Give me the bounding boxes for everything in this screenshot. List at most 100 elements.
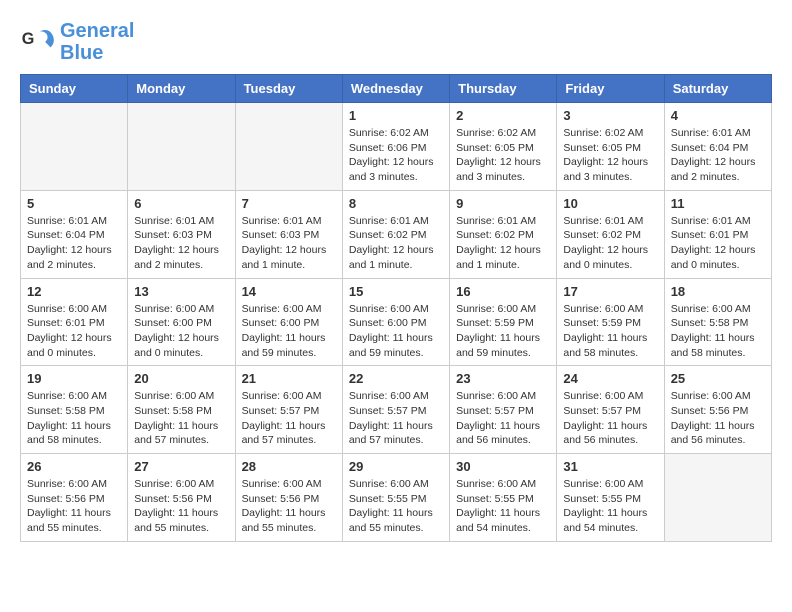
day-cell: 17 Sunrise: 6:00 AM Sunset: 5:59 PM Dayli… bbox=[557, 278, 664, 366]
day-info: Sunrise: 6:02 AM Sunset: 6:06 PM Dayligh… bbox=[349, 126, 443, 185]
day-info: Sunrise: 6:00 AM Sunset: 6:01 PM Dayligh… bbox=[27, 302, 121, 361]
week-row-2: 5 Sunrise: 6:01 AM Sunset: 6:04 PM Daylig… bbox=[21, 190, 772, 278]
day-cell: 26 Sunrise: 6:00 AM Sunset: 5:56 PM Dayli… bbox=[21, 454, 128, 542]
day-info: Sunrise: 6:01 AM Sunset: 6:04 PM Dayligh… bbox=[671, 126, 765, 185]
logo: G GeneralBlue bbox=[20, 20, 134, 64]
col-header-wednesday: Wednesday bbox=[342, 75, 449, 103]
day-info: Sunrise: 6:00 AM Sunset: 6:00 PM Dayligh… bbox=[134, 302, 228, 361]
day-cell: 30Sunrise: 6:00 AM Sunset: 5:55 PM Dayli… bbox=[450, 454, 557, 542]
day-info: Sunrise: 6:02 AM Sunset: 6:05 PM Dayligh… bbox=[563, 126, 657, 185]
day-cell: 25Sunrise: 6:00 AM Sunset: 5:56 PM Dayli… bbox=[664, 366, 771, 454]
day-cell: 18 Sunrise: 6:00 AM Sunset: 5:58 PM Dayli… bbox=[664, 278, 771, 366]
day-info: Sunrise: 6:00 AM Sunset: 5:58 PM Dayligh… bbox=[671, 302, 765, 361]
day-cell: 11 Sunrise: 6:01 AM Sunset: 6:01 PM Dayli… bbox=[664, 190, 771, 278]
day-info: Sunrise: 6:01 AM Sunset: 6:04 PM Dayligh… bbox=[27, 214, 121, 273]
day-number: 8 bbox=[349, 196, 443, 211]
day-cell: 3 Sunrise: 6:02 AM Sunset: 6:05 PM Daylig… bbox=[557, 103, 664, 191]
col-header-tuesday: Tuesday bbox=[235, 75, 342, 103]
logo-icon: G bbox=[20, 24, 56, 60]
day-number: 28 bbox=[242, 459, 336, 474]
day-cell: 16 Sunrise: 6:00 AM Sunset: 5:59 PM Dayli… bbox=[450, 278, 557, 366]
day-cell bbox=[235, 103, 342, 191]
day-number: 2 bbox=[456, 108, 550, 123]
day-cell: 22 Sunrise: 6:00 AM Sunset: 5:57 PM Dayli… bbox=[342, 366, 449, 454]
day-number: 3 bbox=[563, 108, 657, 123]
day-cell: 21Sunrise: 6:00 AM Sunset: 5:57 PM Dayli… bbox=[235, 366, 342, 454]
day-cell: 8 Sunrise: 6:01 AM Sunset: 6:02 PM Daylig… bbox=[342, 190, 449, 278]
day-cell bbox=[21, 103, 128, 191]
day-info: Sunrise: 6:00 AM Sunset: 5:56 PM Dayligh… bbox=[242, 477, 336, 536]
day-info: Sunrise: 6:00 AM Sunset: 6:00 PM Dayligh… bbox=[242, 302, 336, 361]
day-cell: 2Sunrise: 6:02 AM Sunset: 6:05 PM Daylig… bbox=[450, 103, 557, 191]
day-info: Sunrise: 6:00 AM Sunset: 5:59 PM Dayligh… bbox=[563, 302, 657, 361]
day-number: 30 bbox=[456, 459, 550, 474]
col-header-monday: Monday bbox=[128, 75, 235, 103]
week-row-1: 1 Sunrise: 6:02 AM Sunset: 6:06 PM Daylig… bbox=[21, 103, 772, 191]
day-number: 14 bbox=[242, 284, 336, 299]
day-number: 15 bbox=[349, 284, 443, 299]
day-number: 29 bbox=[349, 459, 443, 474]
day-info: Sunrise: 6:00 AM Sunset: 5:57 PM Dayligh… bbox=[456, 389, 550, 448]
day-cell: 10Sunrise: 6:01 AM Sunset: 6:02 PM Dayli… bbox=[557, 190, 664, 278]
day-cell: 23 Sunrise: 6:00 AM Sunset: 5:57 PM Dayli… bbox=[450, 366, 557, 454]
day-number: 26 bbox=[27, 459, 121, 474]
day-info: Sunrise: 6:00 AM Sunset: 5:57 PM Dayligh… bbox=[563, 389, 657, 448]
day-info: Sunrise: 6:01 AM Sunset: 6:01 PM Dayligh… bbox=[671, 214, 765, 273]
day-cell: 6Sunrise: 6:01 AM Sunset: 6:03 PM Daylig… bbox=[128, 190, 235, 278]
day-cell bbox=[128, 103, 235, 191]
day-number: 18 bbox=[671, 284, 765, 299]
week-row-5: 26 Sunrise: 6:00 AM Sunset: 5:56 PM Dayli… bbox=[21, 454, 772, 542]
day-info: Sunrise: 6:01 AM Sunset: 6:02 PM Dayligh… bbox=[456, 214, 550, 273]
day-number: 10 bbox=[563, 196, 657, 211]
day-cell: 20Sunrise: 6:00 AM Sunset: 5:58 PM Dayli… bbox=[128, 366, 235, 454]
day-cell: 15 Sunrise: 6:00 AM Sunset: 6:00 PM Dayli… bbox=[342, 278, 449, 366]
day-info: Sunrise: 6:00 AM Sunset: 5:57 PM Dayligh… bbox=[349, 389, 443, 448]
day-info: Sunrise: 6:00 AM Sunset: 5:56 PM Dayligh… bbox=[134, 477, 228, 536]
day-info: Sunrise: 6:00 AM Sunset: 5:56 PM Dayligh… bbox=[27, 477, 121, 536]
week-row-3: 12 Sunrise: 6:00 AM Sunset: 6:01 PM Dayli… bbox=[21, 278, 772, 366]
day-info: Sunrise: 6:00 AM Sunset: 5:58 PM Dayligh… bbox=[27, 389, 121, 448]
day-number: 5 bbox=[27, 196, 121, 211]
day-cell: 31Sunrise: 6:00 AM Sunset: 5:55 PM Dayli… bbox=[557, 454, 664, 542]
day-number: 20 bbox=[134, 371, 228, 386]
col-header-friday: Friday bbox=[557, 75, 664, 103]
day-cell: 27 Sunrise: 6:00 AM Sunset: 5:56 PM Dayli… bbox=[128, 454, 235, 542]
svg-text:G: G bbox=[22, 30, 35, 48]
day-cell: 13 Sunrise: 6:00 AM Sunset: 6:00 PM Dayli… bbox=[128, 278, 235, 366]
day-number: 1 bbox=[349, 108, 443, 123]
day-number: 12 bbox=[27, 284, 121, 299]
day-info: Sunrise: 6:01 AM Sunset: 6:03 PM Dayligh… bbox=[134, 214, 228, 273]
day-info: Sunrise: 6:00 AM Sunset: 5:56 PM Dayligh… bbox=[671, 389, 765, 448]
day-info: Sunrise: 6:00 AM Sunset: 5:55 PM Dayligh… bbox=[349, 477, 443, 536]
day-number: 27 bbox=[134, 459, 228, 474]
day-info: Sunrise: 6:00 AM Sunset: 5:57 PM Dayligh… bbox=[242, 389, 336, 448]
calendar-table: SundayMondayTuesdayWednesdayThursdayFrid… bbox=[20, 74, 772, 542]
logo-text: GeneralBlue bbox=[60, 20, 134, 64]
page-header: G GeneralBlue bbox=[20, 20, 772, 64]
day-number: 19 bbox=[27, 371, 121, 386]
day-number: 24 bbox=[563, 371, 657, 386]
day-cell: 1 Sunrise: 6:02 AM Sunset: 6:06 PM Daylig… bbox=[342, 103, 449, 191]
day-info: Sunrise: 6:00 AM Sunset: 5:55 PM Dayligh… bbox=[563, 477, 657, 536]
day-number: 13 bbox=[134, 284, 228, 299]
day-cell: 29 Sunrise: 6:00 AM Sunset: 5:55 PM Dayli… bbox=[342, 454, 449, 542]
day-number: 4 bbox=[671, 108, 765, 123]
day-cell: 7Sunrise: 6:01 AM Sunset: 6:03 PM Daylig… bbox=[235, 190, 342, 278]
col-header-thursday: Thursday bbox=[450, 75, 557, 103]
day-cell: 24 Sunrise: 6:00 AM Sunset: 5:57 PM Dayli… bbox=[557, 366, 664, 454]
day-number: 11 bbox=[671, 196, 765, 211]
day-cell: 19 Sunrise: 6:00 AM Sunset: 5:58 PM Dayli… bbox=[21, 366, 128, 454]
day-info: Sunrise: 6:00 AM Sunset: 5:59 PM Dayligh… bbox=[456, 302, 550, 361]
day-cell: 5 Sunrise: 6:01 AM Sunset: 6:04 PM Daylig… bbox=[21, 190, 128, 278]
week-row-4: 19 Sunrise: 6:00 AM Sunset: 5:58 PM Dayli… bbox=[21, 366, 772, 454]
day-number: 22 bbox=[349, 371, 443, 386]
day-number: 9 bbox=[456, 196, 550, 211]
day-info: Sunrise: 6:01 AM Sunset: 6:02 PM Dayligh… bbox=[349, 214, 443, 273]
day-cell: 9 Sunrise: 6:01 AM Sunset: 6:02 PM Daylig… bbox=[450, 190, 557, 278]
day-number: 23 bbox=[456, 371, 550, 386]
col-header-sunday: Sunday bbox=[21, 75, 128, 103]
day-number: 7 bbox=[242, 196, 336, 211]
day-info: Sunrise: 6:00 AM Sunset: 6:00 PM Dayligh… bbox=[349, 302, 443, 361]
day-number: 16 bbox=[456, 284, 550, 299]
day-number: 17 bbox=[563, 284, 657, 299]
